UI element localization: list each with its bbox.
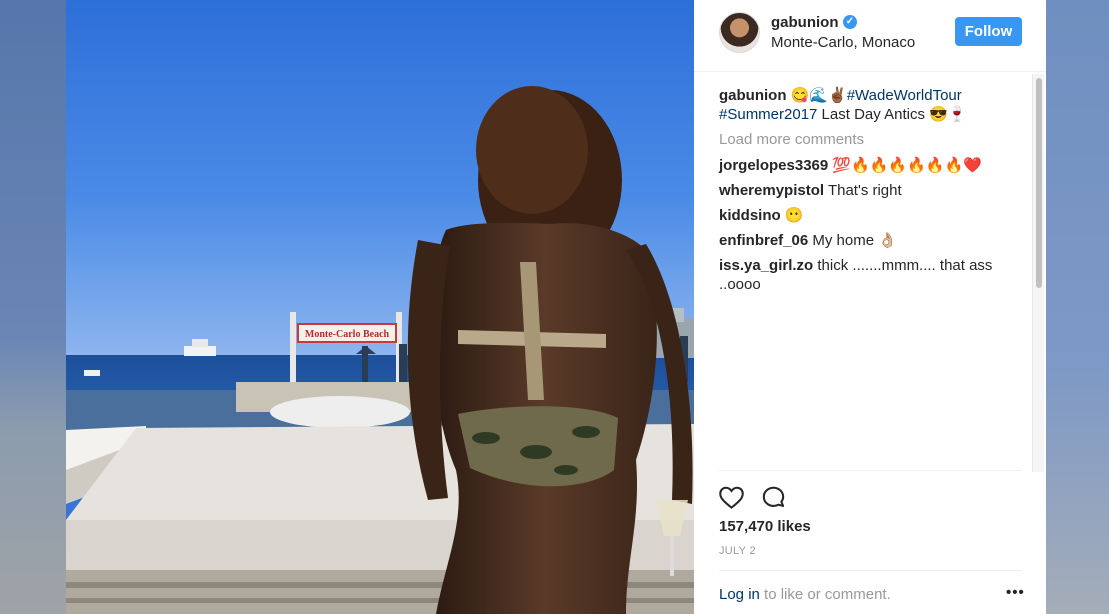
post-date[interactable]: JULY 2 [719, 545, 756, 557]
avatar[interactable] [719, 12, 760, 53]
right-backdrop [1046, 0, 1109, 614]
author-username[interactable]: gabunion [771, 14, 839, 31]
comments-scrollbar[interactable] [1032, 74, 1044, 472]
comment-item: wheremypistol That's right [719, 181, 1019, 200]
beach-photo-illustration: Monte-Carlo Beach [66, 0, 694, 614]
comment-item: kiddsino 😶 [719, 206, 1019, 225]
hashtag-link[interactable]: #WadeWorldTour [847, 87, 962, 104]
caption-text: Last Day Antics 😎🍷 [817, 106, 967, 123]
left-backdrop [0, 0, 66, 614]
comment-text: 😶 [784, 207, 804, 224]
actions-divider [719, 470, 1022, 471]
hashtag-link[interactable]: #Summer2017 [719, 106, 817, 123]
login-link[interactable]: Log in [719, 586, 760, 603]
comment-text: 💯🔥🔥🔥🔥🔥🔥❤️ [832, 157, 982, 174]
caption-username[interactable]: gabunion [719, 87, 787, 104]
comment-username[interactable]: iss.ya_girl.zo [719, 257, 813, 274]
comment-username[interactable]: wheremypistol [719, 182, 824, 199]
login-prompt-text: to like or comment. [759, 586, 891, 603]
comment-text: My home 👌🏼 [812, 232, 897, 249]
beach-sign-text: Monte-Carlo Beach [305, 329, 390, 340]
comment-username[interactable]: kiddsino [719, 207, 781, 224]
post-header: gabunion ✓ Monte-Carlo, Monaco Follow [694, 0, 1046, 72]
comment-item: jorgelopes3369 💯🔥🔥🔥🔥🔥🔥❤️ [719, 156, 1019, 175]
scrollbar-thumb[interactable] [1036, 78, 1042, 288]
comment-username[interactable]: enfinbref_06 [719, 232, 808, 249]
comment-item: iss.ya_girl.zo thick .......mmm.... that… [719, 256, 1019, 294]
caption-emoji: 😋🌊✌🏾 [790, 87, 847, 104]
post-side-panel: gabunion ✓ Monte-Carlo, Monaco Follow ga… [694, 0, 1046, 614]
likes-count[interactable]: 157,470 likes [719, 518, 811, 535]
follow-button[interactable]: Follow [955, 17, 1022, 46]
like-heart-icon[interactable] [718, 484, 745, 511]
more-options-icon[interactable]: ••• [1006, 584, 1025, 601]
login-prompt: Log in to like or comment. [719, 586, 891, 603]
comment-username[interactable]: jorgelopes3369 [719, 157, 828, 174]
comment-bubble-icon[interactable] [760, 484, 787, 511]
load-more-comments-button[interactable]: Load more comments [719, 130, 1019, 149]
caption: gabunion 😋🌊✌🏾#WadeWorldTour #Summer2017 … [719, 86, 1019, 124]
post-photo[interactable]: Monte-Carlo Beach [66, 0, 694, 614]
comment-text: That's right [827, 182, 902, 199]
comments-list: gabunion 😋🌊✌🏾#WadeWorldTour #Summer2017 … [719, 86, 1019, 300]
verified-badge-icon: ✓ [843, 15, 857, 29]
post-location[interactable]: Monte-Carlo, Monaco [771, 34, 915, 51]
footer-divider [719, 570, 1022, 571]
comment-item: enfinbref_06 My home 👌🏼 [719, 231, 1019, 250]
